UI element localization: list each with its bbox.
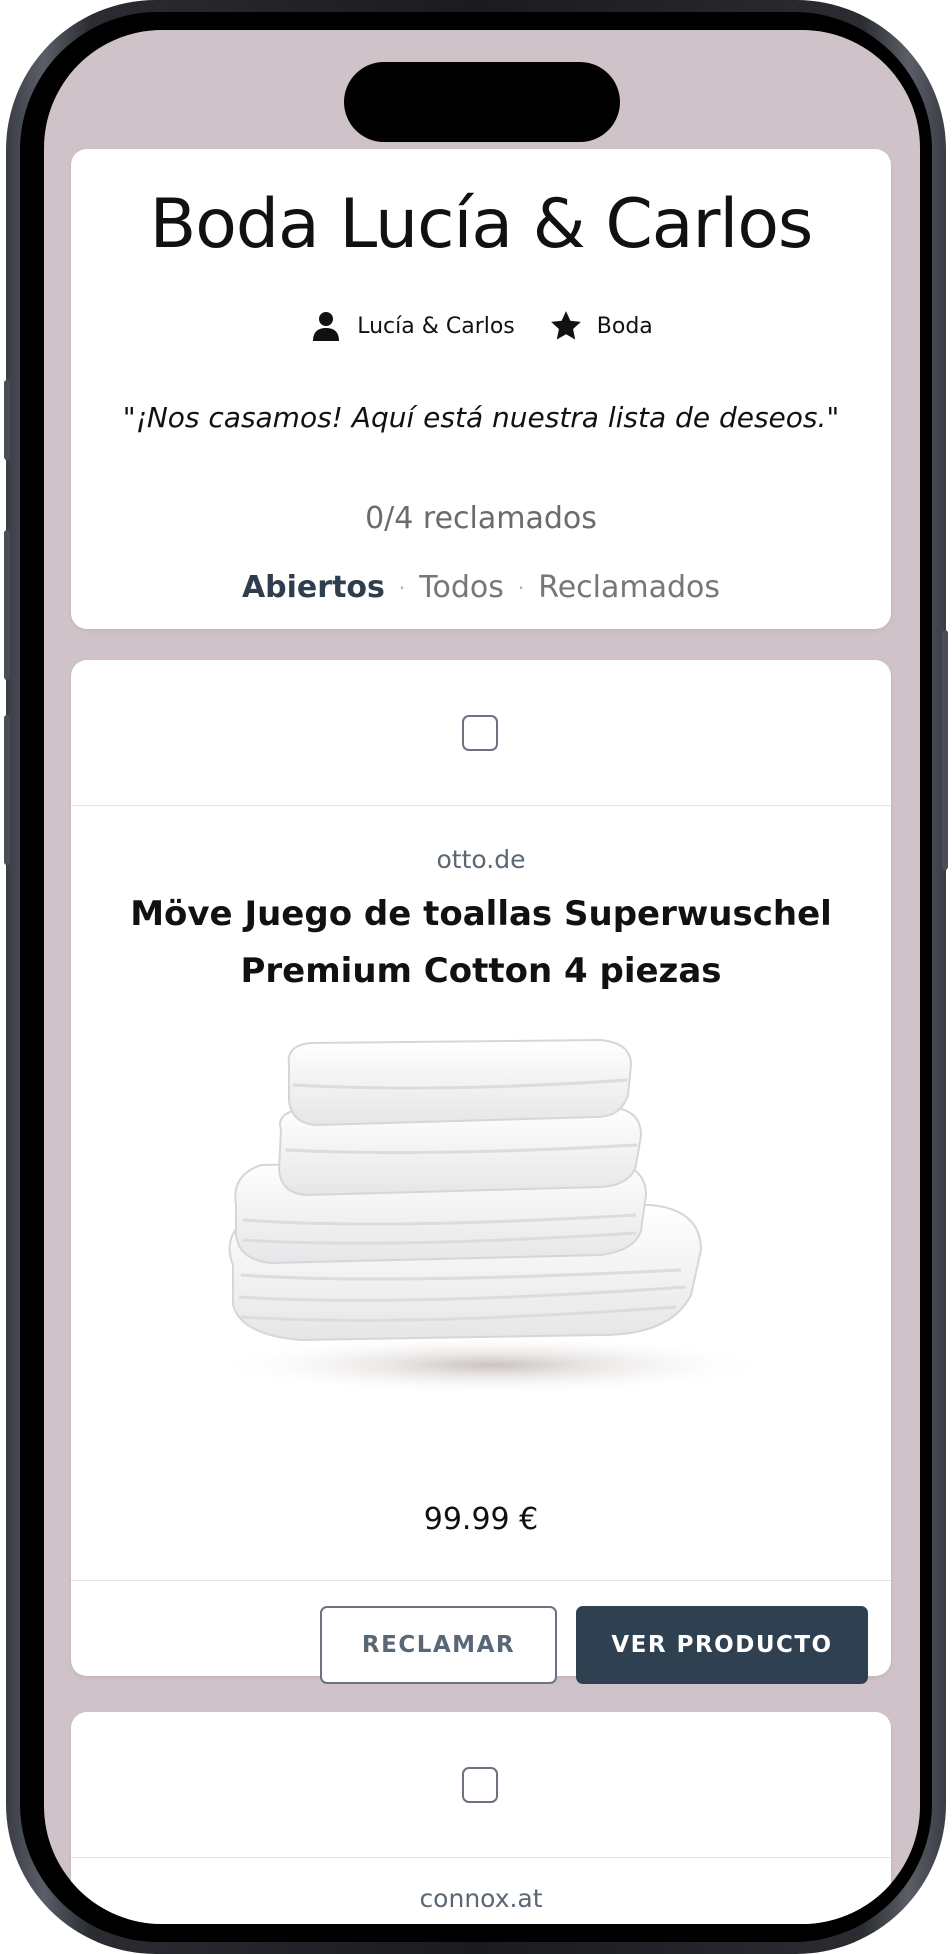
claimed-count: 0/4 reclamados: [365, 501, 597, 536]
filter-separator: ·: [398, 575, 406, 600]
wishlist-item-card: otto.de Möve Juego de toallas Superwusch…: [71, 660, 891, 1684]
item-checkbox[interactable]: [462, 1767, 498, 1803]
item-price: 99.99 €: [423, 1502, 539, 1537]
owner-info: Lucía & Carlos: [309, 309, 515, 343]
filter-open[interactable]: Abiertos: [242, 570, 385, 605]
category-info: Boda: [549, 309, 653, 343]
star-icon: [549, 309, 583, 343]
phone-frame: Boda Lucía & Carlos Lucía & Carlos Boda …: [4, 0, 948, 1954]
item-store: connox.at: [419, 1884, 543, 1913]
item-check-row: [71, 660, 891, 806]
filter-all[interactable]: Todos: [419, 570, 504, 605]
view-product-button[interactable]: VER PRODUCTO: [576, 1606, 868, 1684]
registry-meta: Lucía & Carlos Boda: [71, 309, 891, 343]
side-button: [4, 380, 10, 460]
filter-separator: ·: [517, 575, 525, 600]
side-button: [4, 715, 10, 865]
item-checkbox[interactable]: [462, 715, 498, 751]
product-image: [181, 1035, 781, 1395]
filter-tabs: Abiertos · Todos · Reclamados: [71, 570, 891, 605]
item-store: otto.de: [436, 845, 526, 874]
side-button: [4, 530, 10, 680]
claim-button[interactable]: RECLAMAR: [320, 1606, 557, 1684]
registry-header-card: Boda Lucía & Carlos Lucía & Carlos Boda …: [71, 149, 891, 629]
filter-claimed[interactable]: Reclamados: [538, 570, 720, 605]
item-check-row: [71, 1712, 891, 1858]
page-title: Boda Lucía & Carlos: [149, 185, 814, 264]
dynamic-island: [344, 62, 620, 142]
registry-quote: "¡Nos casamos! Aquí está nuestra lista d…: [122, 401, 840, 434]
user-icon: [309, 309, 343, 343]
screen: Boda Lucía & Carlos Lucía & Carlos Boda …: [44, 30, 920, 1924]
owner-name: Lucía & Carlos: [357, 313, 515, 339]
wishlist-item-card: connox.at: [71, 1712, 891, 1924]
category-name: Boda: [596, 313, 653, 339]
item-actions: RECLAMAR VER PRODUCTO: [71, 1580, 891, 1684]
item-title: Möve Juego de toallas Superwuschel Premi…: [130, 894, 832, 991]
side-button: [942, 630, 948, 870]
